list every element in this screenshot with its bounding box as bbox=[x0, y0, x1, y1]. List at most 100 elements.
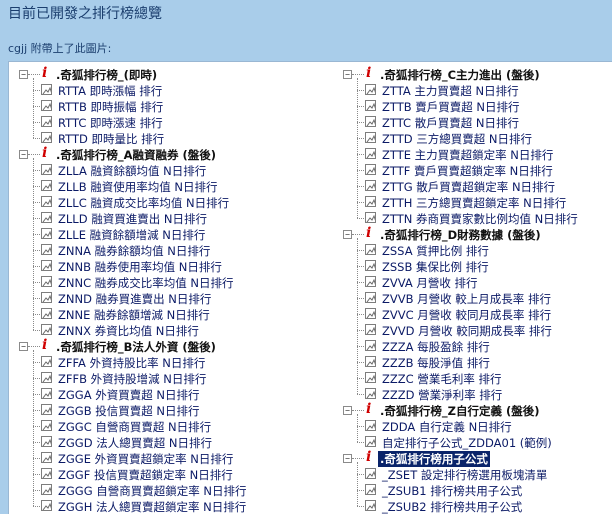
tree-leaf[interactable]: RTTA 即時漲幅 排行 bbox=[19, 82, 319, 98]
tree-leaf-label[interactable]: ZZZB 每股淨值 排行 bbox=[382, 355, 490, 371]
tree-leaf[interactable]: RTTD 即時量比 排行 bbox=[19, 130, 319, 146]
tree-leaf-label[interactable]: ZGGA 外資買賣超 N日排行 bbox=[58, 387, 199, 403]
tree-leaf-label[interactable]: ZDDA 自行定義 N日排行 bbox=[382, 419, 512, 435]
tree-group[interactable]: − i .奇狐排行榜_B法人外資 (盤後) bbox=[19, 338, 319, 354]
tree-leaf[interactable]: ZGGA 外資買賣超 N日排行 bbox=[19, 386, 319, 402]
collapse-minus-icon[interactable]: − bbox=[343, 454, 352, 463]
tree-leaf-label[interactable]: ZNNA 融券餘額均值 N日排行 bbox=[58, 243, 210, 259]
tree-leaf[interactable]: _ZSUB2 排行榜共用子公式 bbox=[343, 498, 612, 514]
tree-leaf[interactable]: ZNNE 融券餘額增減 N日排行 bbox=[19, 306, 319, 322]
tree-leaf[interactable]: ZVVB 月營收 較上月成長率 排行 bbox=[343, 290, 612, 306]
collapse-minus-icon[interactable]: − bbox=[343, 406, 352, 415]
tree-leaf-label[interactable]: ZTTC 散戶買賣超 N日排行 bbox=[382, 115, 519, 131]
tree-leaf[interactable]: ZLLE 融資餘額增減 N日排行 bbox=[19, 226, 319, 242]
tree-leaf[interactable]: ZZZB 每股淨值 排行 bbox=[343, 354, 612, 370]
tree-leaf[interactable]: ZVVA 月營收 排行 bbox=[343, 274, 612, 290]
tree-leaf[interactable]: ZTTC 散戶買賣超 N日排行 bbox=[343, 114, 612, 130]
collapse-minus-icon[interactable]: − bbox=[19, 150, 28, 159]
tree-leaf-label[interactable]: ZZZC 營業毛利率 排行 bbox=[382, 371, 501, 387]
tree-leaf-label[interactable]: ZLLE 融資餘額增減 N日排行 bbox=[58, 227, 205, 243]
tree-leaf-label[interactable]: ZNNB 融券使用率均值 N日排行 bbox=[58, 259, 222, 275]
tree-leaf-label[interactable]: ZVVC 月營收 較同月成長率 排行 bbox=[382, 307, 551, 323]
tree-leaf-label[interactable]: ZTTB 賣戶買賣超 N日排行 bbox=[382, 99, 520, 115]
tree-leaf[interactable]: ZVVC 月營收 較同月成長率 排行 bbox=[343, 306, 612, 322]
tree-leaf[interactable]: ZLLD 融資買進賣出 N日排行 bbox=[19, 210, 319, 226]
tree-leaf[interactable]: ZZZA 每股盈餘 排行 bbox=[343, 338, 612, 354]
tree-leaf-label[interactable]: _ZSET 設定排行榜選用板塊清單 bbox=[382, 467, 547, 483]
tree-leaf[interactable]: ZDDA 自行定義 N日排行 bbox=[343, 418, 612, 434]
tree-leaf[interactable]: _ZSET 設定排行榜選用板塊清單 bbox=[343, 466, 612, 482]
tree-leaf[interactable]: ZGGH 法人總買賣超鎖定率 N日排行 bbox=[19, 498, 319, 514]
tree-leaf-label[interactable]: ZNNC 融券成交比率均值 N日排行 bbox=[58, 275, 234, 291]
tree-leaf-label[interactable]: RTTA 即時漲幅 排行 bbox=[58, 83, 162, 99]
tree-leaf[interactable]: ZGGB 投信買賣超 N日排行 bbox=[19, 402, 319, 418]
tree-leaf[interactable]: ZGGC 自營商買賣超 N日排行 bbox=[19, 418, 319, 434]
tree-leaf[interactable]: ZTTN 券商買賣家數比例均值 N日排行 bbox=[343, 210, 612, 226]
tree-group[interactable]: − i .奇狐排行榜_C主力進出 (盤後) bbox=[343, 66, 612, 82]
tree-leaf[interactable]: ZGGE 外資買賣超鎖定率 N日排行 bbox=[19, 450, 319, 466]
tree-leaf[interactable]: ZGGF 投信買賣超鎖定率 N日排行 bbox=[19, 466, 319, 482]
tree-leaf[interactable]: ZLLB 融資使用率均值 N日排行 bbox=[19, 178, 319, 194]
tree-leaf-label[interactable]: ZGGG 自營商買賣超鎖定率 N日排行 bbox=[58, 483, 247, 499]
tree-leaf-label[interactable]: ZNNE 融券餘額增減 N日排行 bbox=[58, 307, 210, 323]
tree-group-label[interactable]: .奇狐排行榜_D財務數據 (盤後) bbox=[380, 227, 541, 243]
tree-leaf[interactable]: ZNNC 融券成交比率均值 N日排行 bbox=[19, 274, 319, 290]
tree-leaf-label[interactable]: ZFFA 外資持股比率 N日排行 bbox=[58, 355, 205, 371]
tree-leaf[interactable]: RTTB 即時振幅 排行 bbox=[19, 98, 319, 114]
tree-leaf[interactable]: ZGGG 自營商買賣超鎖定率 N日排行 bbox=[19, 482, 319, 498]
tree-leaf-label[interactable]: ZVVA 月營收 排行 bbox=[382, 275, 478, 291]
tree-group-label[interactable]: .奇狐排行榜_(即時) bbox=[56, 67, 157, 83]
tree-leaf-label[interactable]: ZZZA 每股盈餘 排行 bbox=[382, 339, 490, 355]
tree-group[interactable]: − i .奇狐排行榜_A融資融券 (盤後) bbox=[19, 146, 319, 162]
tree-leaf-label[interactable]: ZTTN 券商買賣家數比例均值 N日排行 bbox=[382, 211, 578, 227]
collapse-minus-icon[interactable]: − bbox=[343, 230, 352, 239]
tree-leaf-label[interactable]: 自定排行子公式_ZDDA01 (範例) bbox=[382, 435, 552, 451]
tree-leaf-label[interactable]: RTTD 即時量比 排行 bbox=[58, 131, 164, 147]
tree-leaf[interactable]: ZLLC 融資成交比率均值 N日排行 bbox=[19, 194, 319, 210]
tree-group-label[interactable]: .奇狐排行榜用子公式 bbox=[378, 451, 490, 467]
tree-leaf-label[interactable]: ZGGB 投信買賣超 N日排行 bbox=[58, 403, 200, 419]
tree-leaf-label[interactable]: _ZSUB1 排行榜共用子公式 bbox=[382, 483, 522, 499]
tree-leaf[interactable]: ZNNX 券資比均值 N日排行 bbox=[19, 322, 319, 338]
tree-leaf-label[interactable]: ZGGE 外資買賣超鎖定率 N日排行 bbox=[58, 451, 233, 467]
tree-leaf[interactable]: ZTTD 三方總買賣超 N日排行 bbox=[343, 130, 612, 146]
tree-leaf[interactable]: ZLLA 融資餘額均值 N日排行 bbox=[19, 162, 319, 178]
tree-leaf-label[interactable]: ZTTA 主力買賣超 N日排行 bbox=[382, 83, 519, 99]
tree-leaf[interactable]: ZFFA 外資持股比率 N日排行 bbox=[19, 354, 319, 370]
tree-leaf[interactable]: ZNNA 融券餘額均值 N日排行 bbox=[19, 242, 319, 258]
tree-leaf-label[interactable]: ZLLD 融資買進賣出 N日排行 bbox=[58, 211, 207, 227]
tree-leaf-label[interactable]: ZTTE 主力買賣超鎖定率 N日排行 bbox=[382, 147, 553, 163]
tree-leaf[interactable]: ZNND 融券買進賣出 N日排行 bbox=[19, 290, 319, 306]
tree-leaf[interactable]: ZTTF 賣戶買賣超鎖定率 N日排行 bbox=[343, 162, 612, 178]
tree-group[interactable]: − i .奇狐排行榜_D財務數據 (盤後) bbox=[343, 226, 612, 242]
tree-leaf[interactable]: ZTTG 散戶買賣超鎖定率 N日排行 bbox=[343, 178, 612, 194]
tree-leaf[interactable]: ZSSB 集保比例 排行 bbox=[343, 258, 612, 274]
tree-leaf[interactable]: ZTTA 主力買賣超 N日排行 bbox=[343, 82, 612, 98]
tree-group-label[interactable]: .奇狐排行榜_Z自行定義 (盤後) bbox=[380, 403, 539, 419]
tree-leaf-label[interactable]: RTTB 即時振幅 排行 bbox=[58, 99, 163, 115]
tree-leaf-label[interactable]: ZTTF 賣戶買賣超鎖定率 N日排行 bbox=[382, 163, 553, 179]
tree-leaf[interactable]: 自定排行子公式_ZDDA01 (範例) bbox=[343, 434, 612, 450]
tree-leaf-label[interactable]: ZGGH 法人總買賣超鎖定率 N日排行 bbox=[58, 499, 246, 514]
tree-leaf-label[interactable]: ZGGC 自營商買賣超 N日排行 bbox=[58, 419, 211, 435]
tree-leaf[interactable]: _ZSUB1 排行榜共用子公式 bbox=[343, 482, 612, 498]
collapse-minus-icon[interactable]: − bbox=[343, 70, 352, 79]
tree-group[interactable]: − i .奇狐排行榜用子公式 bbox=[343, 450, 612, 467]
tree-group[interactable]: − i .奇狐排行榜_Z自行定義 (盤後) bbox=[343, 402, 612, 418]
tree-leaf-label[interactable]: ZLLB 融資使用率均值 N日排行 bbox=[58, 179, 218, 195]
tree-leaf[interactable]: ZVVD 月營收 較同期成長率 排行 bbox=[343, 322, 612, 338]
tree-leaf-label[interactable]: ZTTG 散戶買賣超鎖定率 N日排行 bbox=[382, 179, 555, 195]
tree-leaf-label[interactable]: ZNND 融券買進賣出 N日排行 bbox=[58, 291, 211, 307]
tree-leaf-label[interactable]: ZSSB 集保比例 排行 bbox=[382, 259, 489, 275]
tree-leaf-label[interactable]: ZLLA 融資餘額均值 N日排行 bbox=[58, 163, 206, 179]
tree-group-label[interactable]: .奇狐排行榜_B法人外資 (盤後) bbox=[56, 339, 216, 355]
tree-leaf-label[interactable]: ZVVD 月營收 較同期成長率 排行 bbox=[382, 323, 552, 339]
tree-leaf-label[interactable]: ZTTH 三方總買賣超鎖定率 N日排行 bbox=[382, 195, 566, 211]
tree-leaf-label[interactable]: ZGGF 投信買賣超鎖定率 N日排行 bbox=[58, 467, 233, 483]
tree-leaf[interactable]: ZTTH 三方總買賣超鎖定率 N日排行 bbox=[343, 194, 612, 210]
tree-leaf-label[interactable]: ZLLC 融資成交比率均值 N日排行 bbox=[58, 195, 229, 211]
tree-leaf-label[interactable]: ZGGD 法人總買賣超 N日排行 bbox=[58, 435, 212, 451]
tree-leaf-label[interactable]: ZTTD 三方總買賣超 N日排行 bbox=[382, 131, 532, 147]
tree-leaf[interactable]: ZGGD 法人總買賣超 N日排行 bbox=[19, 434, 319, 450]
tree-leaf[interactable]: ZTTB 賣戶買賣超 N日排行 bbox=[343, 98, 612, 114]
